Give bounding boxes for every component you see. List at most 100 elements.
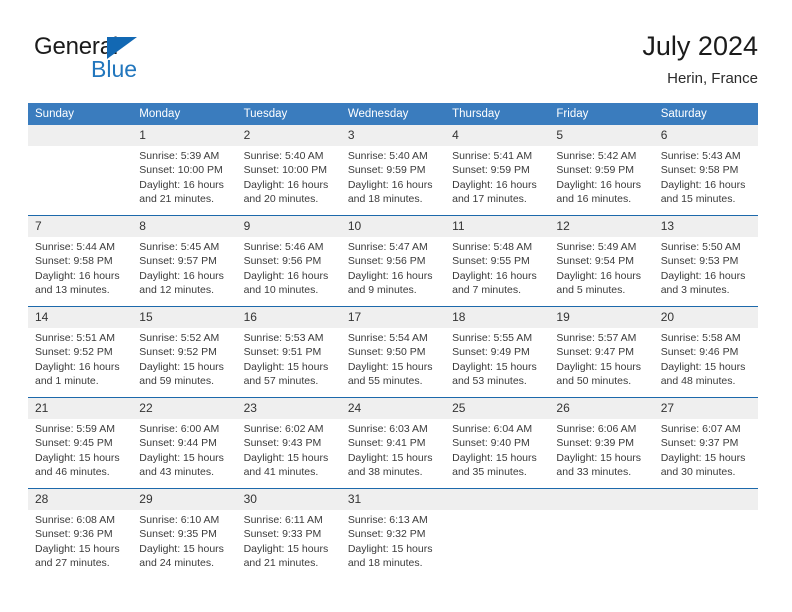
sunrise-line: Sunrise: 5:51 AM (35, 332, 115, 344)
calendar-week-row: 14 Sunrise: 5:51 AM Sunset: 9:52 PM Dayligh… (28, 306, 758, 398)
sunrise-line: Sunrise: 5:42 AM (556, 150, 637, 162)
day-cell[interactable]: 25 Sunrise: 6:04 AM Sunset: 9:40 PM Dayligh… (445, 397, 550, 489)
day-sun-info: Sunrise: 5:54 AM Sunset: 9:50 PM Daylight:… (341, 328, 445, 388)
sunset-line: Sunset: 9:47 PM (556, 346, 635, 359)
day-sun-info: Sunrise: 6:03 AM Sunset: 9:41 PM Daylight:… (341, 419, 445, 479)
day-cell[interactable]: 18 Sunrise: 5:55 AM Sunset: 9:49 PM Dayligh… (445, 306, 550, 398)
sunset-line: Sunset: 9:43 PM (243, 437, 322, 450)
day-cell[interactable]: 22 Sunrise: 6:00 AM Sunset: 9:44 PM Dayligh… (132, 397, 237, 489)
day-sun-info: Sunrise: 5:47 AM Sunset: 9:56 PM Daylight:… (341, 237, 445, 297)
day-cell[interactable]: 23 Sunrise: 6:02 AM Sunset: 9:43 PM Dayligh… (236, 397, 341, 489)
daylight-line-2: and 7 minutes. (452, 283, 522, 296)
sunset-line: Sunset: 9:55 PM (452, 255, 530, 268)
sunrise-line: Sunrise: 5:39 AM (139, 150, 220, 162)
daylight-line-2: and 24 minutes. (139, 556, 214, 569)
day-number: 12 (549, 216, 654, 237)
day-cell-empty (28, 125, 133, 216)
daylight-line-1: Daylight: 15 hours (243, 451, 329, 464)
daylight-line-1: Daylight: 15 hours (243, 542, 329, 555)
page-subtitle-location: Herin, France (667, 70, 758, 87)
day-cell[interactable]: 24 Sunrise: 6:03 AM Sunset: 9:41 PM Dayligh… (340, 397, 446, 489)
sunrise-line: Sunrise: 5:55 AM (452, 332, 533, 344)
daylight-line-1: Daylight: 15 hours (347, 542, 433, 555)
daylight-line-2: and 59 minutes. (139, 374, 214, 387)
day-cell[interactable]: 10 Sunrise: 5:47 AM Sunset: 9:56 PM Dayligh… (340, 215, 446, 307)
day-cell[interactable]: 11 Sunrise: 5:48 AM Sunset: 9:55 PM Dayligh… (445, 215, 550, 307)
day-number: 18 (445, 307, 550, 328)
day-cell[interactable]: 4 Sunrise: 5:41 AM Sunset: 9:59 PM Daylight… (445, 125, 550, 216)
daylight-line-1: Daylight: 16 hours (660, 178, 746, 191)
day-cell[interactable]: 19 Sunrise: 5:57 AM Sunset: 9:47 PM Dayligh… (549, 306, 654, 398)
day-number: 28 (28, 489, 133, 510)
column-header-wednesday: Wednesday (340, 103, 446, 125)
daylight-line-2: and 35 minutes. (452, 465, 527, 478)
day-cell[interactable]: 15 Sunrise: 5:52 AM Sunset: 9:52 PM Dayligh… (132, 306, 237, 398)
day-sun-info: Sunrise: 6:04 AM Sunset: 9:40 PM Daylight:… (445, 419, 549, 479)
daylight-line-2: and 3 minutes. (660, 283, 730, 296)
sunrise-line: Sunrise: 6:03 AM (347, 423, 428, 435)
day-cell[interactable]: 17 Sunrise: 5:54 AM Sunset: 9:50 PM Dayligh… (340, 306, 446, 398)
day-cell[interactable]: 5 Sunrise: 5:42 AM Sunset: 9:59 PM Daylight… (549, 125, 654, 216)
page-title: July 2024 (642, 31, 758, 61)
day-number: 31 (340, 489, 446, 510)
day-cell[interactable]: 14 Sunrise: 5:51 AM Sunset: 9:52 PM Dayligh… (28, 306, 133, 398)
day-sun-info: Sunrise: 6:07 AM Sunset: 9:37 PM Daylight:… (654, 419, 758, 479)
day-cell[interactable]: 2 Sunrise: 5:40 AM Sunset: 10:00 PM Dayligh… (236, 125, 341, 216)
day-number: 13 (653, 216, 758, 237)
day-cell[interactable]: 26 Sunrise: 6:06 AM Sunset: 9:39 PM Dayligh… (549, 397, 654, 489)
sunrise-line: Sunrise: 6:07 AM (660, 423, 741, 435)
daylight-line-2: and 15 minutes. (660, 192, 736, 205)
day-cell[interactable]: 21 Sunrise: 5:59 AM Sunset: 9:45 PM Dayligh… (28, 397, 133, 489)
daylight-line-1: Daylight: 15 hours (556, 360, 642, 373)
day-sun-info: Sunrise: 5:45 AM Sunset: 9:57 PM Daylight:… (132, 237, 236, 297)
sunrise-line: Sunrise: 5:46 AM (243, 241, 324, 253)
day-cell[interactable]: 1 Sunrise: 5:39 AM Sunset: 10:00 PM Dayligh… (132, 125, 237, 216)
sunset-line: Sunset: 9:54 PM (556, 255, 635, 268)
day-cell[interactable]: 29 Sunrise: 6:10 AM Sunset: 9:35 PM Dayligh… (132, 488, 237, 579)
sunset-line: Sunset: 9:59 PM (347, 164, 426, 177)
page-header: General Blue July 2024 Herin, France (0, 0, 792, 100)
day-sun-info: Sunrise: 5:53 AM Sunset: 9:51 PM Daylight:… (237, 328, 341, 388)
day-number: 27 (653, 398, 758, 419)
day-sun-info: Sunrise: 5:40 AM Sunset: 9:59 PM Daylight:… (341, 146, 445, 206)
day-sun-info: Sunrise: 6:10 AM Sunset: 9:35 PM Daylight:… (132, 510, 236, 570)
general-blue-logo[interactable]: General Blue (34, 33, 214, 85)
day-number: 16 (236, 307, 341, 328)
sunrise-line: Sunrise: 5:59 AM (35, 423, 115, 435)
sunrise-line: Sunrise: 5:49 AM (556, 241, 637, 253)
day-cell[interactable]: 7 Sunrise: 5:44 AM Sunset: 9:58 PM Daylight… (28, 215, 133, 307)
day-cell[interactable]: 16 Sunrise: 5:53 AM Sunset: 9:51 PM Dayligh… (236, 306, 341, 398)
day-sun-info: Sunrise: 6:11 AM Sunset: 9:33 PM Daylight:… (237, 510, 341, 570)
daylight-line-1: Daylight: 15 hours (35, 542, 120, 555)
day-cell[interactable]: 9 Sunrise: 5:46 AM Sunset: 9:56 PM Daylight… (236, 215, 341, 307)
sunrise-line: Sunrise: 5:52 AM (139, 332, 220, 344)
day-number: 2 (236, 125, 341, 146)
day-cell[interactable]: 3 Sunrise: 5:40 AM Sunset: 9:59 PM Daylight… (340, 125, 446, 216)
day-cell[interactable]: 12 Sunrise: 5:49 AM Sunset: 9:54 PM Dayligh… (549, 215, 654, 307)
day-sun-info: Sunrise: 6:13 AM Sunset: 9:32 PM Daylight:… (341, 510, 445, 570)
sunset-line: Sunset: 9:49 PM (452, 346, 530, 359)
day-number: 15 (132, 307, 237, 328)
day-cell[interactable]: 20 Sunrise: 5:58 AM Sunset: 9:46 PM Dayligh… (653, 306, 758, 398)
daylight-line-2: and 46 minutes. (35, 465, 110, 478)
daylight-line-1: Daylight: 15 hours (452, 451, 537, 464)
day-number: 9 (236, 216, 341, 237)
day-number: 4 (445, 125, 550, 146)
day-number: 26 (549, 398, 654, 419)
day-number: 24 (340, 398, 446, 419)
sunrise-line: Sunrise: 5:43 AM (660, 150, 741, 162)
sunrise-line: Sunrise: 6:10 AM (139, 514, 220, 526)
day-cell[interactable]: 13 Sunrise: 5:50 AM Sunset: 9:53 PM Dayligh… (653, 215, 758, 307)
day-cell[interactable]: 31 Sunrise: 6:13 AM Sunset: 9:32 PM Dayligh… (340, 488, 446, 579)
day-cell[interactable]: 27 Sunrise: 6:07 AM Sunset: 9:37 PM Dayligh… (653, 397, 758, 489)
day-cell[interactable]: 6 Sunrise: 5:43 AM Sunset: 9:58 PM Daylight… (653, 125, 758, 216)
day-number: 14 (28, 307, 133, 328)
daylight-line-2: and 10 minutes. (243, 283, 319, 296)
day-sun-info: Sunrise: 5:58 AM Sunset: 9:46 PM Daylight:… (654, 328, 758, 388)
day-cell[interactable]: 28 Sunrise: 6:08 AM Sunset: 9:36 PM Dayligh… (28, 488, 133, 579)
sunset-line: Sunset: 9:56 PM (243, 255, 322, 268)
sunset-line: Sunset: 10:00 PM (139, 164, 223, 177)
day-number: 11 (445, 216, 550, 237)
day-cell[interactable]: 8 Sunrise: 5:45 AM Sunset: 9:57 PM Daylight… (132, 215, 237, 307)
day-cell[interactable]: 30 Sunrise: 6:11 AM Sunset: 9:33 PM Dayligh… (236, 488, 341, 579)
